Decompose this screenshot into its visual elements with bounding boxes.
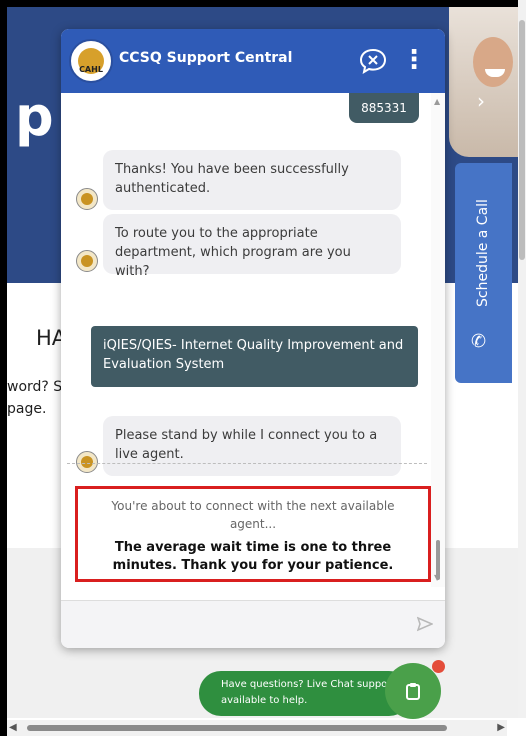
chat-widget: CAHL CCSQ Support Central ⋮ 885331 Thank…: [61, 29, 445, 648]
clipboard-icon: [406, 683, 420, 700]
live-chat-button[interactable]: [385, 663, 441, 719]
menu-kebab-icon[interactable]: ⋮: [401, 44, 427, 76]
chat-header: CAHL CCSQ Support Central ⋮: [61, 29, 445, 93]
wait-time-message: The average wait time is one to three mi…: [112, 540, 394, 573]
send-icon[interactable]: [417, 616, 433, 632]
bot-avatar-icon: [76, 188, 98, 210]
hero-photo: [449, 7, 519, 157]
page-text-line: word? S: [7, 379, 63, 395]
chat-transcript: 885331 Thanks! You have been successfull…: [61, 93, 445, 587]
end-chat-icon[interactable]: [359, 48, 387, 74]
page-body-text: word? S page.: [7, 376, 62, 420]
bot-message: Thanks! You have been successfully authe…: [103, 150, 401, 210]
page-text-line: page.: [7, 401, 47, 417]
message-input[interactable]: [71, 609, 405, 641]
divider: [67, 463, 427, 464]
chat-scrollbar[interactable]: ▲ ▼: [431, 93, 445, 587]
live-chat-banner[interactable]: Have questions? Live Chat support is ava…: [199, 671, 411, 716]
bot-message: Please stand by while I connect you to a…: [103, 416, 401, 476]
window-top-border: [0, 0, 526, 7]
selected-program-message: iQIES/QIES- Internet Quality Improvement…: [91, 326, 418, 387]
phone-icon: ✆: [471, 331, 487, 352]
scroll-down-icon[interactable]: ▼: [434, 573, 440, 582]
ccsq-logo-icon: CAHL: [69, 39, 113, 83]
chat-input-bar: [61, 600, 445, 648]
scroll-up-icon[interactable]: ▲: [434, 97, 440, 106]
user-message: 885331: [349, 93, 419, 123]
chat-title: CCSQ Support Central: [119, 50, 293, 66]
notification-badge: [432, 660, 445, 673]
scroll-left-icon[interactable]: ◀: [9, 722, 17, 733]
bot-avatar-icon: [76, 250, 98, 272]
schedule-call-label: Schedule a Call: [475, 199, 491, 307]
bot-message: To route you to the appropriate departme…: [103, 214, 401, 279]
hero-heading-fragment: p: [15, 85, 54, 148]
page-horizontal-scrollbar[interactable]: ◀ ▶: [7, 720, 507, 736]
hero-face: [473, 37, 513, 87]
logo-text: CAHL: [78, 48, 104, 74]
page-vertical-scrollbar[interactable]: [518, 0, 526, 718]
connecting-notice: You're about to connect with the next av…: [111, 499, 395, 531]
page-scrollbar-thumb[interactable]: [519, 20, 525, 260]
hero-next-arrow-icon[interactable]: ›: [477, 89, 485, 113]
schedule-call-tab[interactable]: Schedule a Call ✆: [455, 163, 512, 383]
wait-time-notice: You're about to connect with the next av…: [75, 486, 431, 582]
bot-avatar-icon: [76, 451, 98, 473]
scroll-right-icon[interactable]: ▶: [497, 722, 505, 733]
horizontal-scrollbar-thumb[interactable]: [27, 725, 447, 731]
window-left-border: [0, 0, 7, 736]
